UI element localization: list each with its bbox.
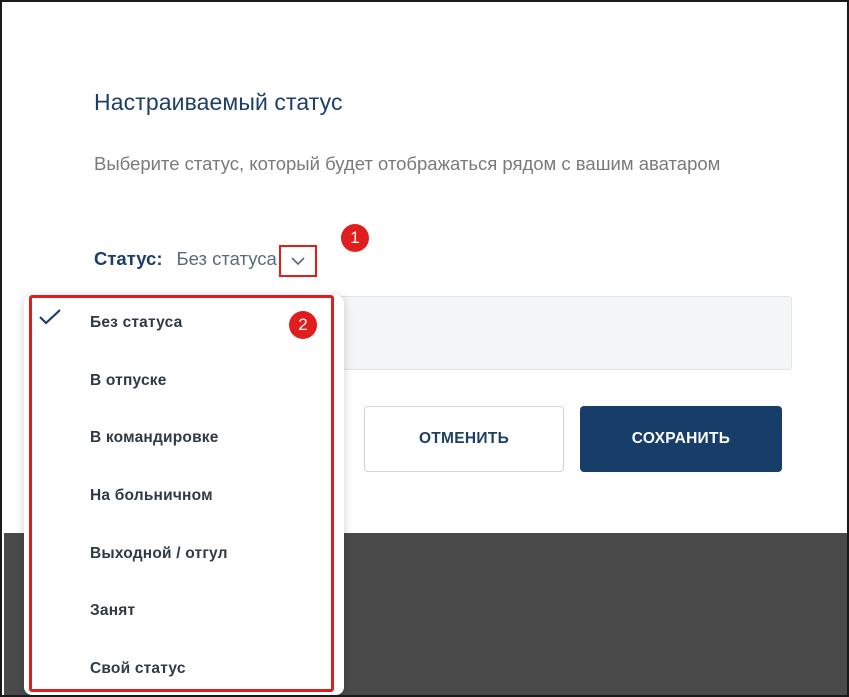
screenshot-frame: Настраиваемый статус Выберите статус, ко… [0, 0, 849, 697]
cancel-button[interactable]: ОТМЕНИТЬ [364, 406, 564, 472]
dropdown-option[interactable]: В командировке [24, 416, 344, 460]
dropdown-option[interactable]: Свой статус [24, 647, 344, 691]
dropdown-option[interactable]: На больничном [24, 474, 344, 518]
status-value: Без статуса [176, 248, 277, 269]
chevron-down-icon [291, 256, 305, 265]
status-dropdown-menu: Без статуса В отпуске В командировке На … [24, 295, 344, 695]
status-row: Статус: Без статуса [94, 244, 317, 277]
dropdown-option[interactable]: Выходной / отгул [24, 532, 344, 576]
annotation-badge-1: 1 [341, 224, 369, 252]
custom-status-input[interactable] [332, 296, 792, 370]
dialog-title: Настраиваемый статус [94, 89, 343, 115]
status-label: Статус: [94, 248, 163, 269]
dropdown-option[interactable]: Занят [24, 589, 344, 633]
annotation-badge-2: 2 [289, 311, 317, 339]
status-dropdown-toggle[interactable] [278, 245, 317, 277]
save-button[interactable]: СОХРАНИТЬ [580, 406, 782, 472]
dialog-description: Выберите статус, который будет отображат… [94, 153, 721, 174]
dropdown-option[interactable]: В отпуске [24, 359, 344, 403]
